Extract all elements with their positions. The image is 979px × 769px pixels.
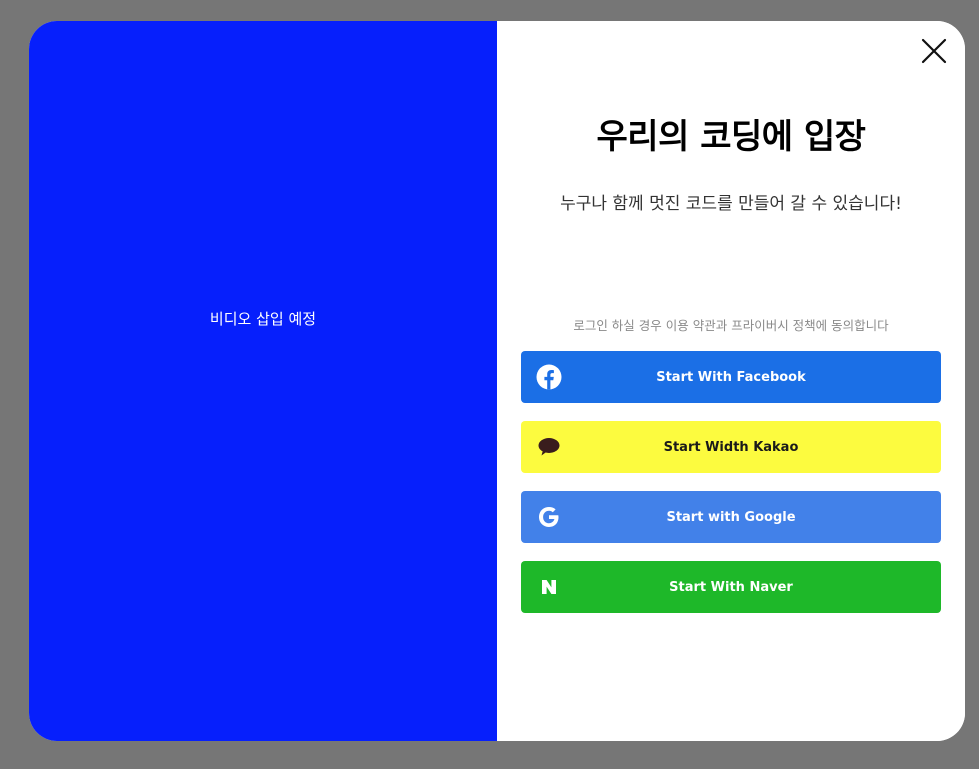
google-icon — [535, 503, 563, 531]
google-login-label: Start with Google — [666, 509, 796, 525]
naver-login-label: Start With Naver — [669, 579, 793, 595]
naver-login-button[interactable]: Start With Naver — [521, 561, 941, 613]
video-placeholder-text: 비디오 삽입 예정 — [209, 310, 317, 328]
facebook-login-button[interactable]: Start With Facebook — [521, 351, 941, 403]
video-panel: 비디오 삽입 예정 — [29, 21, 497, 741]
login-modal: 비디오 삽입 예정 우리의 코딩에 입장 누구나 함께 멋진 코드를 만들어 갈… — [29, 21, 965, 741]
page-title: 우리의 코딩에 입장 — [596, 117, 866, 157]
naver-icon — [535, 573, 563, 601]
kakao-login-label: Start Width Kakao — [663, 439, 799, 455]
google-login-button[interactable]: Start with Google — [521, 491, 941, 543]
page-subtitle: 누구나 함께 멋진 코드를 만들어 갈 수 있습니다! — [560, 194, 902, 214]
kakao-chat-icon — [535, 433, 563, 461]
terms-notice: 로그인 하실 경우 이용 약관과 프라이버시 정책에 동의합니다 — [573, 318, 889, 333]
close-button[interactable] — [921, 38, 947, 64]
kakao-login-button[interactable]: Start Width Kakao — [521, 421, 941, 473]
login-panel: 우리의 코딩에 입장 누구나 함께 멋진 코드를 만들어 갈 수 있습니다! 로… — [497, 21, 965, 741]
close-icon — [921, 38, 947, 64]
facebook-login-label: Start With Facebook — [656, 369, 806, 385]
facebook-icon — [535, 363, 563, 391]
